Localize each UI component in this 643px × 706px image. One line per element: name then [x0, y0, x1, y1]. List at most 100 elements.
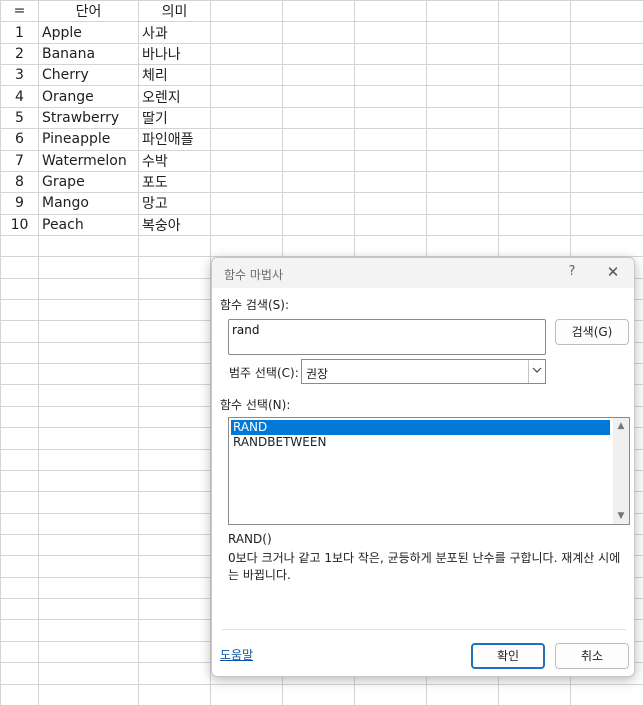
grid-cell[interactable]: [426, 192, 499, 215]
grid-cell[interactable]: [354, 0, 427, 23]
grid-cell[interactable]: [38, 299, 139, 322]
grid-cell[interactable]: [498, 192, 571, 215]
word-cell[interactable]: Pineapple: [38, 128, 139, 151]
grid-cell[interactable]: [0, 277, 39, 301]
grid-cell[interactable]: [138, 256, 211, 279]
row-number-cell[interactable]: 5: [0, 106, 39, 130]
grid-cell[interactable]: [138, 299, 211, 322]
list-item[interactable]: RAND: [231, 420, 610, 435]
grid-cell[interactable]: [354, 106, 427, 130]
grid-cell[interactable]: [282, 213, 355, 236]
grid-cell[interactable]: [570, 683, 643, 706]
grid-cell[interactable]: [282, 64, 355, 87]
meaning-cell[interactable]: 수박: [138, 149, 211, 172]
grid-cell[interactable]: [210, 683, 283, 706]
grid-cell[interactable]: [138, 640, 211, 664]
grid-cell[interactable]: [498, 106, 571, 130]
grid-cell[interactable]: [498, 64, 571, 87]
grid-cell[interactable]: [354, 85, 427, 108]
grid-cell[interactable]: [426, 85, 499, 108]
word-cell[interactable]: Cherry: [38, 64, 139, 87]
grid-cell[interactable]: [210, 0, 283, 23]
grid-cell[interactable]: [570, 234, 643, 258]
grid-cell[interactable]: [570, 106, 643, 130]
grid-cell[interactable]: [0, 234, 39, 258]
word-cell[interactable]: Grape: [38, 170, 139, 194]
grid-cell[interactable]: [38, 427, 139, 450]
word-cell[interactable]: Orange: [38, 85, 139, 108]
grid-cell[interactable]: [210, 85, 283, 108]
close-icon[interactable]: ✕: [604, 263, 622, 281]
word-cell[interactable]: Banana: [38, 42, 139, 66]
scroll-up-arrow-icon[interactable]: ▲: [613, 420, 629, 432]
grid-cell[interactable]: [426, 170, 499, 194]
grid-cell[interactable]: [570, 0, 643, 23]
grid-cell[interactable]: [426, 234, 499, 258]
grid-cell[interactable]: [354, 683, 427, 706]
row-number-cell[interactable]: 6: [0, 128, 39, 151]
grid-cell[interactable]: [38, 662, 139, 685]
grid-cell[interactable]: [498, 213, 571, 236]
grid-cell[interactable]: [138, 576, 211, 600]
grid-cell[interactable]: [138, 341, 211, 365]
grid-cell[interactable]: [38, 256, 139, 279]
grid-cell[interactable]: [0, 491, 39, 514]
grid-cell[interactable]: [354, 21, 427, 44]
meaning-cell[interactable]: 바나나: [138, 42, 211, 66]
meaning-cell[interactable]: 망고: [138, 192, 211, 215]
grid-cell[interactable]: [138, 363, 211, 386]
grid-cell[interactable]: [38, 576, 139, 600]
grid-cell[interactable]: [570, 42, 643, 66]
grid-cell[interactable]: [0, 384, 39, 407]
grid-cell[interactable]: [282, 106, 355, 130]
grid-cell[interactable]: [0, 256, 39, 279]
grid-cell[interactable]: [138, 234, 211, 258]
grid-cell[interactable]: [570, 128, 643, 151]
grid-cell[interactable]: [0, 619, 39, 642]
grid-cell[interactable]: [570, 213, 643, 236]
meaning-cell[interactable]: 딸기: [138, 106, 211, 130]
corner-cell[interactable]: =: [0, 0, 39, 23]
grid-cell[interactable]: [0, 662, 39, 685]
grid-cell[interactable]: [38, 448, 139, 471]
grid-cell[interactable]: [354, 213, 427, 236]
grid-cell[interactable]: [498, 128, 571, 151]
grid-cell[interactable]: [38, 619, 139, 642]
row-number-cell[interactable]: 1: [0, 21, 39, 44]
grid-cell[interactable]: [210, 42, 283, 66]
grid-cell[interactable]: [570, 85, 643, 108]
grid-cell[interactable]: [570, 21, 643, 44]
grid-cell[interactable]: [138, 598, 211, 621]
search-button[interactable]: 검색(G): [555, 319, 629, 345]
row-number-cell[interactable]: 3: [0, 64, 39, 87]
grid-cell[interactable]: [426, 106, 499, 130]
grid-cell[interactable]: [570, 192, 643, 215]
grid-cell[interactable]: [0, 363, 39, 386]
grid-cell[interactable]: [138, 512, 211, 535]
row-number-cell[interactable]: 10: [0, 213, 39, 236]
header-meaning[interactable]: 의미: [138, 0, 211, 23]
list-item[interactable]: RANDBETWEEN: [231, 435, 610, 450]
ok-button[interactable]: 확인: [471, 643, 545, 669]
grid-cell[interactable]: [0, 533, 39, 557]
grid-cell[interactable]: [38, 384, 139, 407]
meaning-cell[interactable]: 복숭아: [138, 213, 211, 236]
meaning-cell[interactable]: 포도: [138, 170, 211, 194]
grid-cell[interactable]: [426, 149, 499, 172]
grid-cell[interactable]: [138, 427, 211, 450]
row-number-cell[interactable]: 4: [0, 85, 39, 108]
search-input[interactable]: [228, 319, 546, 355]
grid-cell[interactable]: [0, 427, 39, 450]
grid-cell[interactable]: [0, 448, 39, 471]
scroll-down-arrow-icon[interactable]: ▼: [613, 510, 629, 522]
grid-cell[interactable]: [38, 512, 139, 535]
grid-cell[interactable]: [0, 469, 39, 493]
grid-cell[interactable]: [282, 42, 355, 66]
word-cell[interactable]: Watermelon: [38, 149, 139, 172]
grid-cell[interactable]: [426, 21, 499, 44]
grid-cell[interactable]: [354, 64, 427, 87]
grid-cell[interactable]: [210, 234, 283, 258]
grid-cell[interactable]: [38, 277, 139, 301]
grid-cell[interactable]: [138, 619, 211, 642]
grid-cell[interactable]: [0, 598, 39, 621]
